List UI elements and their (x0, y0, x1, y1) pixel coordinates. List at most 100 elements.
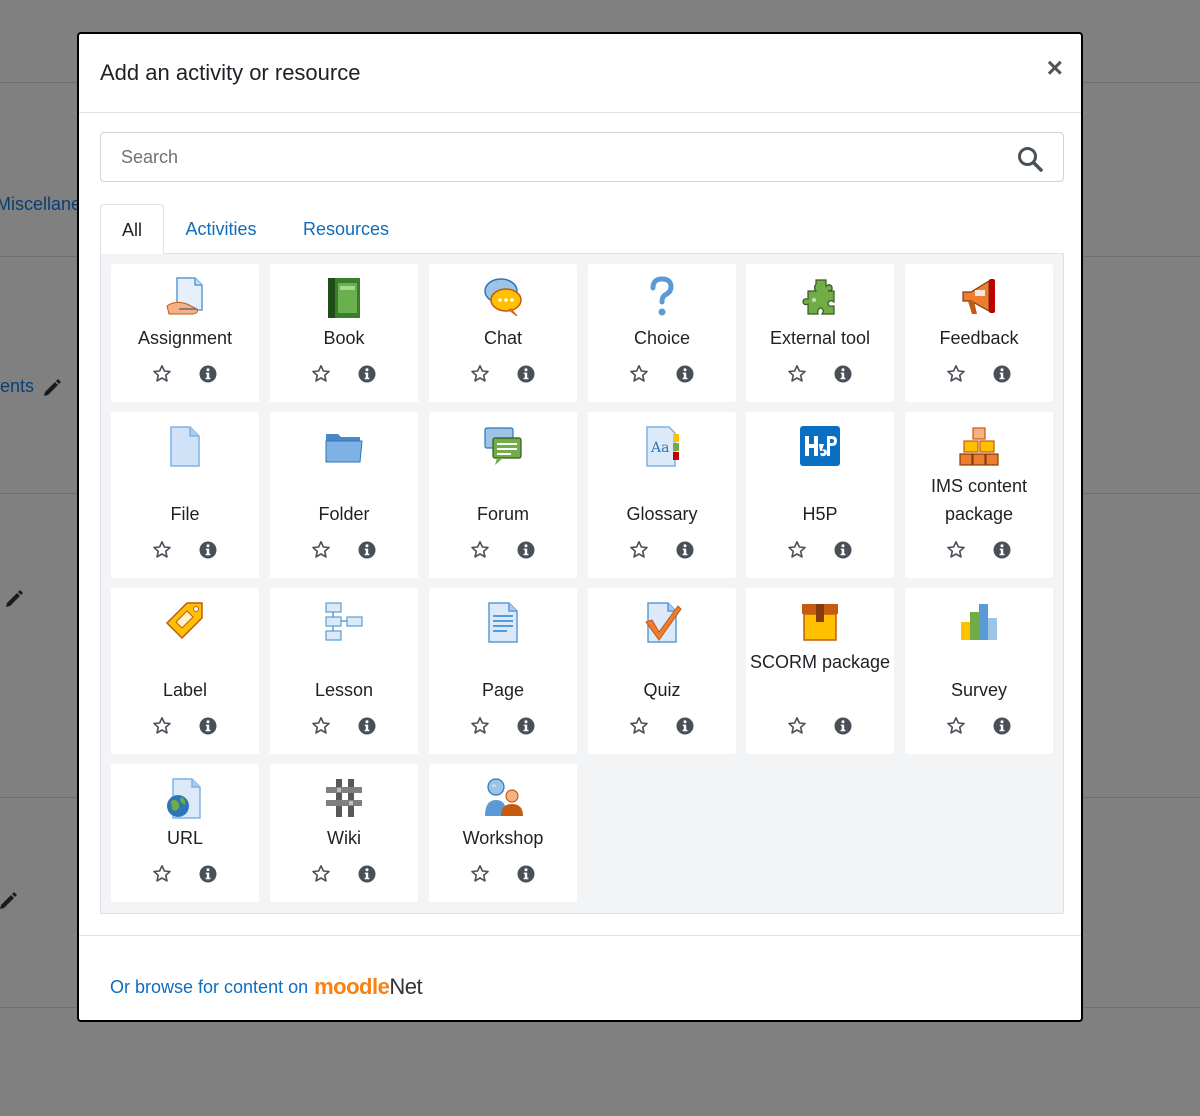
star-icon[interactable] (946, 364, 966, 384)
modal-header: Add an activity or resource × (79, 34, 1081, 113)
info-icon[interactable] (992, 364, 1012, 384)
survey-icon (961, 604, 997, 640)
footer-divider (79, 935, 1081, 936)
book-icon (328, 278, 360, 318)
moodlenet-logo: moodle Net (314, 974, 423, 999)
star-icon[interactable] (470, 540, 490, 560)
star-icon[interactable] (152, 864, 172, 884)
search-box (100, 132, 1064, 182)
wiki-icon (326, 779, 362, 817)
activity-card-glossary[interactable]: Aa Glossary (588, 412, 736, 578)
activity-card-workshop[interactable]: " Workshop (429, 764, 577, 902)
info-icon[interactable] (992, 716, 1012, 736)
info-icon[interactable] (357, 540, 377, 560)
close-button[interactable]: × (1047, 54, 1063, 82)
info-icon[interactable] (833, 364, 853, 384)
tab-resources[interactable]: Resources (296, 204, 396, 254)
info-icon[interactable] (198, 716, 218, 736)
pencil-icon[interactable] (42, 377, 62, 397)
info-icon[interactable] (675, 716, 695, 736)
activity-card-folder[interactable]: Folder (270, 412, 418, 578)
info-icon[interactable] (992, 540, 1012, 560)
info-icon[interactable] (357, 864, 377, 884)
star-icon[interactable] (152, 540, 172, 560)
activity-name: Quiz (643, 680, 681, 700)
info-icon[interactable] (198, 864, 218, 884)
star-icon[interactable] (311, 364, 331, 384)
star-icon[interactable] (787, 364, 807, 384)
activity-card-file[interactable]: File (111, 412, 259, 578)
info-icon[interactable] (198, 540, 218, 560)
feedback-icon (962, 279, 995, 314)
lesson-icon (325, 602, 363, 641)
activity-card-assignment[interactable]: Assignment (111, 264, 259, 402)
activity-name: Survey (950, 680, 1008, 700)
activity-name: File (170, 504, 200, 524)
star-icon[interactable] (629, 364, 649, 384)
activity-card-page[interactable]: Page (429, 588, 577, 754)
info-icon[interactable] (675, 364, 695, 384)
info-icon[interactable] (833, 716, 853, 736)
activity-card-scorm-package[interactable]: SCORM package (746, 588, 894, 754)
info-icon[interactable] (833, 540, 853, 560)
info-icon[interactable] (675, 540, 695, 560)
activity-name: SCORM package (749, 652, 891, 672)
star-icon[interactable] (470, 364, 490, 384)
info-icon[interactable] (516, 864, 536, 884)
star-icon[interactable] (470, 716, 490, 736)
info-icon[interactable] (357, 716, 377, 736)
activity-card-external-tool[interactable]: External tool (746, 264, 894, 402)
info-icon[interactable] (198, 364, 218, 384)
activity-name: Workshop (462, 828, 544, 848)
activity-card-url[interactable]: URL (111, 764, 259, 902)
search-input[interactable] (101, 133, 1063, 181)
star-icon[interactable] (311, 540, 331, 560)
star-icon[interactable] (946, 540, 966, 560)
info-icon[interactable] (516, 716, 536, 736)
h5p-icon (800, 426, 840, 466)
background-section-label[interactable]: Miscellane (0, 194, 81, 215)
pencil-icon[interactable] (0, 890, 18, 910)
star-icon[interactable] (311, 716, 331, 736)
info-icon[interactable] (516, 364, 536, 384)
search-icon[interactable] (1017, 146, 1043, 172)
moodlenet-link[interactable]: Or browse for content on moodle Net (110, 974, 423, 1000)
activity-card-feedback[interactable]: Feedback (905, 264, 1053, 402)
activity-card-lesson[interactable]: Lesson (270, 588, 418, 754)
star-icon[interactable] (629, 540, 649, 560)
activity-card-label[interactable]: Label (111, 588, 259, 754)
chat-icon (484, 278, 522, 317)
star-icon[interactable] (629, 716, 649, 736)
star-icon[interactable] (311, 864, 331, 884)
activity-card-choice[interactable]: Choice (588, 264, 736, 402)
activity-card-wiki[interactable]: Wiki (270, 764, 418, 902)
activity-card-quiz[interactable]: Quiz (588, 588, 736, 754)
tab-activities[interactable]: Activities (180, 204, 262, 254)
info-icon[interactable] (516, 540, 536, 560)
activity-card-h5p[interactable]: H5P (746, 412, 894, 578)
star-icon[interactable] (470, 864, 490, 884)
background-partial-label[interactable]: ents (0, 376, 34, 397)
star-icon[interactable] (787, 716, 807, 736)
star-icon[interactable] (946, 716, 966, 736)
external-tool-icon (802, 279, 835, 315)
activity-card-chat[interactable]: Chat (429, 264, 577, 402)
info-icon[interactable] (357, 364, 377, 384)
star-icon[interactable] (152, 364, 172, 384)
scorm-icon (802, 604, 838, 641)
activity-name: Feedback (939, 328, 1019, 348)
activity-card-forum[interactable]: Forum (429, 412, 577, 578)
activity-name: Label (162, 680, 208, 700)
activity-grid: Assignment Book Chat Choice External too… (100, 253, 1064, 914)
modal-title: Add an activity or resource (100, 60, 361, 85)
activity-name: Assignment (137, 328, 233, 348)
activity-card-ims-content-package[interactable]: IMS content package (905, 412, 1053, 578)
pencil-icon[interactable] (4, 588, 24, 608)
svg-text:": " (492, 784, 496, 794)
tab-all[interactable]: All (100, 204, 164, 254)
star-icon[interactable] (152, 716, 172, 736)
activity-card-book[interactable]: Book (270, 264, 418, 402)
activity-chooser-modal: Add an activity or resource × All Activi… (77, 32, 1083, 1022)
star-icon[interactable] (787, 540, 807, 560)
activity-card-survey[interactable]: Survey (905, 588, 1053, 754)
